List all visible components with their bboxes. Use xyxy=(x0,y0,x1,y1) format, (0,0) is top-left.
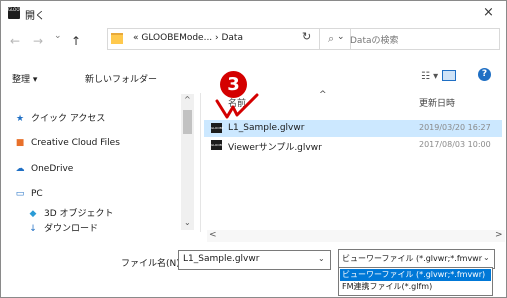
sidebar-item-label: ダウンロード xyxy=(44,224,99,234)
app-icon: GLOOBE xyxy=(8,7,25,19)
up-folder-icon[interactable]: ↑ xyxy=(71,34,81,48)
help-icon[interactable]: ? xyxy=(478,68,491,81)
filename-input[interactable]: L1_Sample.glvwr ⌄ xyxy=(178,250,331,270)
sort-ascending-icon: ^ xyxy=(319,90,327,100)
filetype-option[interactable]: ビューワーファイル (*.glvwr;*.fmvwr) xyxy=(340,269,491,281)
glvwr-file-icon: GLOOBE xyxy=(211,140,224,150)
sidebar-item-label: Creative Cloud Files xyxy=(31,138,120,148)
recent-locations-chevron-icon[interactable]: ⌄ xyxy=(54,31,62,41)
scroll-up-icon[interactable]: ^ xyxy=(184,95,191,104)
search-icon: ⌕ xyxy=(328,32,335,45)
open-file-dialog: GLOOBE 開く × ← → ⌄ ↑ « GLOOBEMode... › Da… xyxy=(0,0,507,298)
computer-icon: ▭ xyxy=(15,189,25,199)
filetype-value[interactable]: ビューワーファイル (*.glvwr;*.fmvwr xyxy=(342,253,482,264)
sidebar-item-creative-cloud[interactable]: ■ Creative Cloud Files xyxy=(14,138,120,148)
scroll-left-icon[interactable]: < xyxy=(209,230,217,240)
scroll-down-icon[interactable]: ⌄ xyxy=(184,218,191,227)
back-arrow-icon[interactable]: ← xyxy=(10,34,20,48)
new-folder-button[interactable]: 新しいフォルダー xyxy=(85,72,157,85)
preview-pane-icon[interactable] xyxy=(442,70,456,81)
sidebar-item-3d-objects[interactable]: ◆ 3D オブジェクト xyxy=(27,206,114,219)
star-icon: ★ xyxy=(15,114,25,124)
folder-icon xyxy=(111,33,123,44)
search-box[interactable]: ⌕ Dataの検索 xyxy=(319,28,500,50)
check-mark-path xyxy=(215,93,259,119)
address-path[interactable]: « GLOOBEMode... › Data xyxy=(133,33,243,43)
sidebar-item-label: クイック アクセス xyxy=(31,114,106,124)
address-bar[interactable]: « GLOOBEMode... › Data ⌄ xyxy=(107,28,351,50)
scrollbar-thumb[interactable] xyxy=(183,110,192,134)
sidebar-item-label: PC xyxy=(31,189,43,199)
cloud-icon: ☁ xyxy=(15,164,25,174)
glvwr-file-icon: GLOOBE xyxy=(211,123,224,133)
column-header-date[interactable]: 更新日時 xyxy=(419,96,455,109)
file-date: 2019/03/20 16:27 xyxy=(419,123,491,132)
organize-menu-button[interactable]: 整理 ▾ xyxy=(12,72,37,85)
close-icon[interactable]: × xyxy=(483,5,494,20)
filetype-dropdown-icon[interactable]: ⌄ xyxy=(483,253,490,262)
search-placeholder[interactable]: Dataの検索 xyxy=(350,33,399,46)
file-date: 2017/08/03 10:00 xyxy=(419,140,491,149)
forward-arrow-icon[interactable]: → xyxy=(33,34,43,48)
sidebar-item-quick-access[interactable]: ★ クイック アクセス xyxy=(14,111,105,124)
sidebar-item-pc[interactable]: ▭ PC xyxy=(14,189,43,199)
refresh-icon[interactable]: ↻ xyxy=(302,30,311,43)
file-name[interactable]: L1_Sample.glvwr xyxy=(228,123,304,133)
file-list-horizontal-scrollbar[interactable]: < > xyxy=(207,230,505,242)
sidebar-item-label: 3D オブジェクト xyxy=(44,209,114,219)
file-name[interactable]: Viewerサンプル.glvwr xyxy=(228,140,322,153)
creative-cloud-folder-icon: ■ xyxy=(15,138,25,148)
filename-value[interactable]: L1_Sample.glvwr xyxy=(183,254,259,264)
pane-divider xyxy=(200,93,201,232)
dialog-title: 開く xyxy=(25,11,45,22)
filetype-options-list: ビューワーファイル (*.glvwr;*.fmvwr) FM連携ファイル(*.g… xyxy=(338,267,493,296)
scroll-right-icon[interactable]: > xyxy=(495,230,503,240)
3d-objects-icon: ◆ xyxy=(29,209,37,219)
title-bar: GLOOBE 開く × xyxy=(1,1,506,25)
sidebar-item-downloads[interactable]: ↓ ダウンロード xyxy=(27,221,98,234)
filename-label: ファイル名(N): xyxy=(121,259,183,269)
filetype-select[interactable]: ビューワーファイル (*.glvwr;*.fmvwr ⌄ xyxy=(338,249,495,269)
check-mark-annotation xyxy=(215,93,259,119)
sidebar-item-onedrive[interactable]: ☁ OneDrive xyxy=(14,164,74,174)
sidebar-scrollbar[interactable]: ^ ⌄ xyxy=(181,94,194,230)
filename-dropdown-icon[interactable]: ⌄ xyxy=(318,254,325,263)
file-row[interactable]: GLOOBE Viewerサンプル.glvwr 2017/08/03 10:00 xyxy=(204,137,502,154)
download-icon: ↓ xyxy=(29,224,37,234)
sidebar-item-label: OneDrive xyxy=(31,164,74,174)
filetype-option[interactable]: FM連携ファイル(*.glfm) xyxy=(340,281,491,293)
view-options-icon[interactable]: ☷ ▾ xyxy=(421,71,438,82)
